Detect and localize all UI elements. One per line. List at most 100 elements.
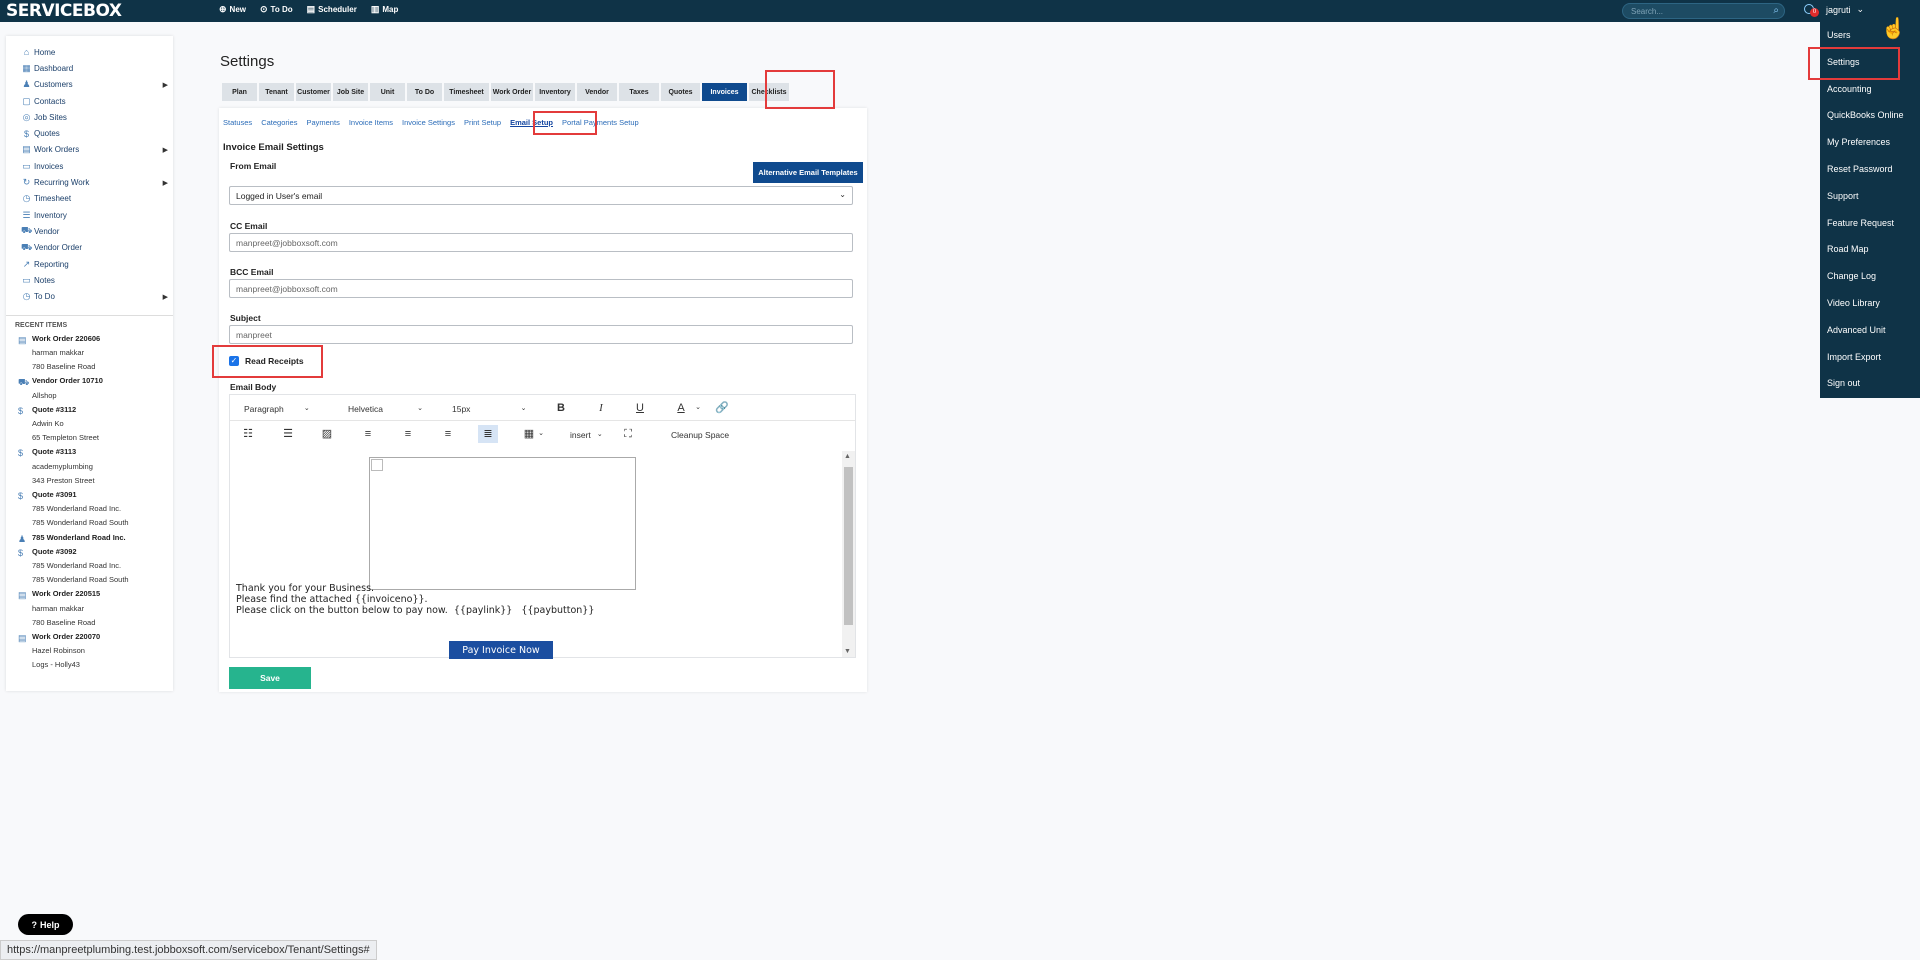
tab-plan[interactable]: Plan — [222, 83, 257, 101]
tab-quotes[interactable]: Quotes — [661, 83, 700, 101]
sidebar-item-inventory[interactable]: ☰ Inventory — [6, 207, 173, 223]
sidebar-item-work-orders[interactable]: ▤ Work Orders ▶ — [6, 142, 173, 158]
menu-item-import-export[interactable]: Import Export — [1820, 344, 1920, 371]
read-receipts-checkbox[interactable]: ✓ — [229, 356, 239, 366]
sidebar-item-invoices[interactable]: ▭ Invoices — [6, 158, 173, 174]
align-left-icon[interactable]: ≡ — [358, 425, 378, 443]
caret-right-icon[interactable]: ▶ — [163, 293, 168, 301]
sidebar-item-vendor[interactable]: ⛟ Vendor — [6, 223, 173, 239]
menu-item-change-log[interactable]: Change Log — [1820, 263, 1920, 290]
menu-item-reset-password[interactable]: Reset Password — [1820, 156, 1920, 183]
menu-item-my-preferences[interactable]: My Preferences — [1820, 129, 1920, 156]
tab-work-order[interactable]: Work Order — [491, 83, 533, 101]
tab-customer[interactable]: Customer — [296, 83, 331, 101]
tab-to-do[interactable]: To Do — [407, 83, 442, 101]
subtab-email-setup[interactable]: Email Setup — [510, 118, 553, 127]
sidebar-item-timesheet[interactable]: ◷ Timesheet — [6, 191, 173, 207]
search-input[interactable] — [1623, 4, 1763, 18]
caret-right-icon[interactable]: ▶ — [163, 81, 168, 89]
menu-item-sign-out[interactable]: Sign out — [1820, 370, 1920, 397]
menu-item-road-map[interactable]: Road Map — [1820, 236, 1920, 263]
search-icon[interactable]: ⌕ — [1773, 5, 1779, 16]
align-right-icon[interactable]: ≡ — [398, 425, 418, 443]
pay-invoice-now-button[interactable]: Pay Invoice Now — [449, 641, 553, 659]
sidebar-item-quotes[interactable]: $ Quotes — [6, 125, 173, 141]
scroll-down-icon[interactable]: ▼ — [844, 648, 851, 655]
subtab-statuses[interactable]: Statuses — [223, 118, 252, 127]
bullet-list-icon[interactable]: ☰ — [278, 425, 298, 443]
recent-item-title[interactable]: Quote #3092 — [32, 545, 173, 559]
menu-item-settings[interactable]: Settings — [1820, 49, 1920, 76]
menu-item-accounting[interactable]: Accounting — [1820, 76, 1920, 103]
help-button[interactable]: ? Help — [18, 914, 73, 935]
sidebar-item-customers[interactable]: ♟ Customers ▶ — [6, 77, 173, 93]
tab-tenant[interactable]: Tenant — [259, 83, 294, 101]
image-icon[interactable]: ▨ — [317, 425, 337, 443]
block-format-select[interactable]: Paragraph ⌄ — [244, 404, 310, 414]
tab-vendor[interactable]: Vendor — [577, 83, 617, 101]
sidebar-item-notes[interactable]: ▭ Notes — [6, 272, 173, 288]
menu-item-feature-request[interactable]: Feature Request — [1820, 210, 1920, 237]
topnav-scheduler[interactable]: ▤ Scheduler — [307, 4, 357, 15]
recent-item-title[interactable]: Quote #3113 — [32, 445, 173, 459]
sidebar-item-to-do[interactable]: ◷ To Do ▶ — [6, 288, 173, 304]
sidebar-item-job-sites[interactable]: ◎ Job Sites — [6, 109, 173, 125]
recent-item-title[interactable]: Work Order 220606 — [32, 332, 173, 346]
insert-menu[interactable]: insert ⌄ — [570, 430, 603, 440]
subtab-portal-payments-setup[interactable]: Portal Payments Setup — [562, 118, 639, 127]
font-size-select[interactable]: 15px ⌄ — [452, 404, 526, 414]
scroll-up-icon[interactable]: ▲ — [844, 453, 851, 460]
subtab-invoice-settings[interactable]: Invoice Settings — [402, 118, 455, 127]
align-center-icon[interactable]: ≡ — [438, 425, 458, 443]
tab-invoices[interactable]: Invoices — [702, 83, 747, 101]
tab-taxes[interactable]: Taxes — [619, 83, 659, 101]
sidebar-item-reporting[interactable]: ↗ Reporting — [6, 256, 173, 272]
font-family-select[interactable]: Helvetica ⌄ — [348, 404, 423, 414]
editor-scrollbar[interactable]: ▲ ▼ — [842, 451, 855, 657]
recent-item-title[interactable]: 785 Wonderland Road Inc. — [32, 531, 173, 545]
tab-job-site[interactable]: Job Site — [333, 83, 368, 101]
menu-item-video-library[interactable]: Video Library — [1820, 290, 1920, 317]
recent-item-title[interactable]: Work Order 220515 — [32, 587, 173, 601]
save-button[interactable]: Save — [229, 667, 311, 689]
chevron-down-icon[interactable]: ⌄ — [531, 425, 551, 443]
menu-item-quickbooks-online[interactable]: QuickBooks Online — [1820, 102, 1920, 129]
bcc-email-field[interactable]: manpreet@jobboxsoft.com — [229, 279, 853, 298]
subtab-print-setup[interactable]: Print Setup — [464, 118, 501, 127]
tab-unit[interactable]: Unit — [370, 83, 405, 101]
chevron-down-icon[interactable]: ⌄ — [688, 399, 708, 417]
cleanup-space-button[interactable]: Cleanup Space — [671, 430, 729, 440]
topnav-map[interactable]: ▥ Map — [371, 4, 399, 15]
broken-image[interactable] — [369, 457, 636, 590]
sidebar-item-recurring-work[interactable]: ↻ Recurring Work ▶ — [6, 174, 173, 190]
caret-right-icon[interactable]: ▶ — [163, 179, 168, 187]
sidebar-item-dashboard[interactable]: ▦ Dashboard — [6, 60, 173, 76]
cc-email-field[interactable]: manpreet@jobboxsoft.com — [229, 233, 853, 252]
from-email-select[interactable]: Logged in User's email ⌄ — [229, 186, 853, 205]
scrollbar-thumb[interactable] — [844, 467, 853, 625]
link-icon[interactable]: 🔗 — [712, 399, 732, 417]
subtab-invoice-items[interactable]: Invoice Items — [349, 118, 393, 127]
editor-content[interactable]: Thank you for your Business. Please find… — [230, 451, 841, 659]
tab-inventory[interactable]: Inventory — [535, 83, 575, 101]
recent-item-title[interactable]: Quote #3091 — [32, 488, 173, 502]
bold-icon[interactable]: B — [551, 399, 571, 417]
sidebar-item-home[interactable]: ⌂ Home — [6, 44, 173, 60]
subtab-categories[interactable]: Categories — [261, 118, 297, 127]
user-menu-toggle[interactable]: jagruti ⌄ — [1826, 4, 1864, 15]
recent-item-title[interactable]: Work Order 220070 — [32, 630, 173, 644]
menu-item-support[interactable]: Support — [1820, 183, 1920, 210]
recent-item-title[interactable]: Quote #3112 — [32, 403, 173, 417]
app-logo[interactable]: SERVICEBOX — [6, 1, 122, 21]
subject-field[interactable]: manpreet — [229, 325, 853, 344]
italic-icon[interactable]: I — [591, 399, 611, 417]
align-justify-icon[interactable]: ≣ — [478, 425, 498, 443]
topnav-new[interactable]: ⊕ New — [219, 4, 246, 15]
underline-icon[interactable]: U — [630, 399, 650, 417]
recent-item-title[interactable]: Vendor Order 10710 — [32, 374, 173, 388]
sidebar-item-contacts[interactable]: ▢ Contacts — [6, 93, 173, 109]
caret-right-icon[interactable]: ▶ — [163, 146, 168, 154]
subtab-payments[interactable]: Payments — [306, 118, 339, 127]
alternative-email-templates-button[interactable]: Alternative Email Templates — [753, 162, 863, 183]
tab-timesheet[interactable]: Timesheet — [444, 83, 489, 101]
